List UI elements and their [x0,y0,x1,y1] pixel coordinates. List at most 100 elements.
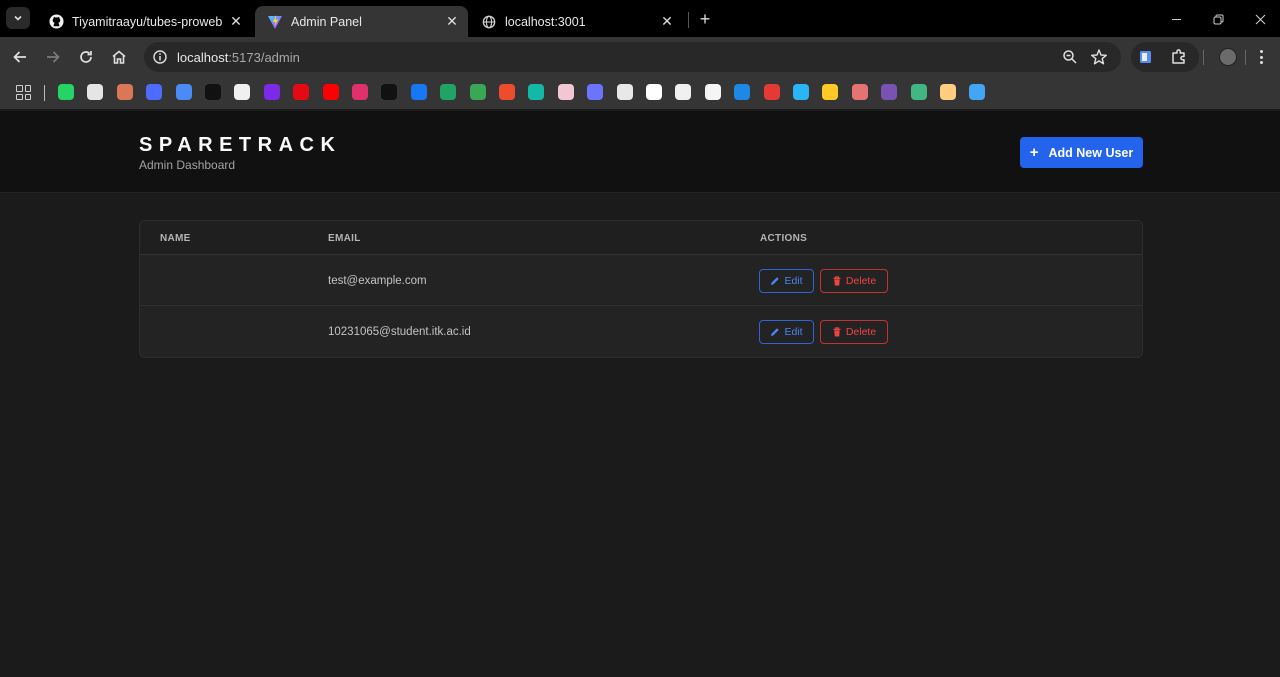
app-teal-icon[interactable] [528,84,544,100]
restore-button[interactable] [1207,8,1229,30]
app-ring-icon[interactable] [587,84,603,100]
gemini-icon[interactable] [176,84,192,100]
arrow-left-icon [13,51,26,63]
app-box-icon[interactable] [705,84,721,100]
vite-icon [267,14,283,30]
tab-title: localhost:3001 [505,14,586,29]
app-green-icon[interactable] [470,84,486,100]
tab-search-button[interactable] [6,7,30,29]
admin-page: SPARETRACK Admin Dashboard + Add New Use… [0,111,1280,677]
reload-icon [80,51,92,63]
github-icon[interactable] [675,84,691,100]
close-icon[interactable]: ✕ [444,13,460,30]
url-text[interactable]: localhost:5173/admin [177,50,300,65]
notion-icon[interactable] [234,84,250,100]
home-icon [112,50,126,64]
app-chart-icon[interactable] [646,84,662,100]
shopee-icon[interactable] [499,84,515,100]
vue-icon[interactable] [911,84,927,100]
toolbar-divider [1203,50,1204,65]
home-button[interactable] [107,45,131,69]
close-icon [1255,14,1265,24]
info-icon[interactable] [152,49,168,65]
globe-icon [481,14,497,30]
delete-button[interactable]: Delete [820,269,888,293]
forward-button[interactable] [41,45,65,69]
bookmarks-bar [0,77,1280,110]
app-flutter-icon[interactable] [969,84,985,100]
itk-icon[interactable] [734,84,750,100]
more-menu-icon[interactable] [1256,48,1266,66]
close-icon[interactable]: ✕ [228,13,244,30]
toolbar-divider [1245,50,1246,65]
close-icon[interactable]: ✕ [659,13,675,30]
brand-subtitle: Admin Dashboard [139,158,236,172]
app-header: SPARETRACK Admin Dashboard + Add New Use… [0,111,1280,193]
add-new-user-button[interactable]: + Add New User [1020,137,1143,168]
tab-github[interactable]: Tiyamitraayu/tubes-proweb ✕ [36,6,252,37]
delete-label: Delete [845,326,877,338]
deepseek-icon[interactable] [146,84,162,100]
facebook-icon[interactable] [411,84,427,100]
new-tab-button[interactable]: + [694,8,716,30]
brand-logo: SPARETRACK [139,134,342,156]
edit-label: Edit [784,326,803,338]
perplexity-icon[interactable] [205,84,221,100]
trash-icon [833,276,841,286]
tab-admin-panel[interactable]: Admin Panel ✕ [255,6,468,37]
restore-icon [1213,14,1223,24]
table-header: NAME EMAIL ACTIONS [140,221,1142,255]
column-header-email: EMAIL [328,233,361,244]
table-row: test@example.com Edit Delete [140,255,1142,306]
extension-sidepanel-icon[interactable] [1138,49,1154,65]
column-header-name: NAME [160,233,191,244]
canva-icon[interactable] [264,84,280,100]
app-person-icon[interactable] [940,84,956,100]
tab-localhost-3001[interactable]: localhost:3001 ✕ [469,6,683,37]
apps-grid-icon[interactable] [16,85,31,100]
youtube-icon[interactable] [323,84,339,100]
trash-icon [833,327,841,337]
delete-button[interactable]: Delete [820,320,888,344]
arrow-right-icon [47,51,60,63]
app-photo-icon[interactable] [558,84,574,100]
app-doc-icon[interactable] [617,84,633,100]
tiktok-icon[interactable] [381,84,397,100]
puzzle-icon[interactable] [1170,48,1188,66]
app-heart-icon[interactable] [764,84,780,100]
chevron-down-icon [14,15,22,21]
close-window-button[interactable] [1249,8,1271,30]
claude-icon[interactable] [117,84,133,100]
address-bar[interactable]: localhost:5173/admin [144,42,1121,72]
minimize-button[interactable] [1165,8,1187,30]
app-image-icon[interactable] [822,84,838,100]
app-robot-icon[interactable] [793,84,809,100]
bootstrap-icon[interactable] [881,84,897,100]
back-button[interactable] [8,45,32,69]
instagram-icon[interactable] [352,84,368,100]
url-host: localhost [177,50,229,65]
bookmark-star-icon[interactable] [1090,48,1108,66]
plus-icon: + [1029,144,1039,161]
browser-tab-strip: Tiyamitraayu/tubes-proweb ✕ Admin Panel … [0,0,1280,37]
google-drive-icon[interactable] [440,84,456,100]
table-row: 10231065@student.itk.ac.id Edit Delete [140,306,1142,357]
app-donut-icon[interactable] [852,84,868,100]
whatsapp-icon[interactable] [58,84,74,100]
users-table: NAME EMAIL ACTIONS test@example.com Edit… [139,220,1143,358]
cell-email: 10231065@student.itk.ac.id [328,326,471,338]
pencil-icon [771,328,780,336]
reload-button[interactable] [74,45,98,69]
zoom-icon[interactable] [1062,49,1078,65]
edit-button[interactable]: Edit [759,269,814,293]
netflix-icon[interactable] [293,84,309,100]
cell-email: test@example.com [328,275,427,287]
openai-icon[interactable] [87,84,103,100]
url-path: :5173/admin [228,50,300,65]
tab-divider [688,12,689,28]
browser-toolbar: localhost:5173/admin [0,37,1280,77]
github-icon [48,14,64,30]
column-header-actions: ACTIONS [760,233,808,244]
profile-avatar[interactable] [1219,48,1237,66]
edit-button[interactable]: Edit [759,320,814,344]
